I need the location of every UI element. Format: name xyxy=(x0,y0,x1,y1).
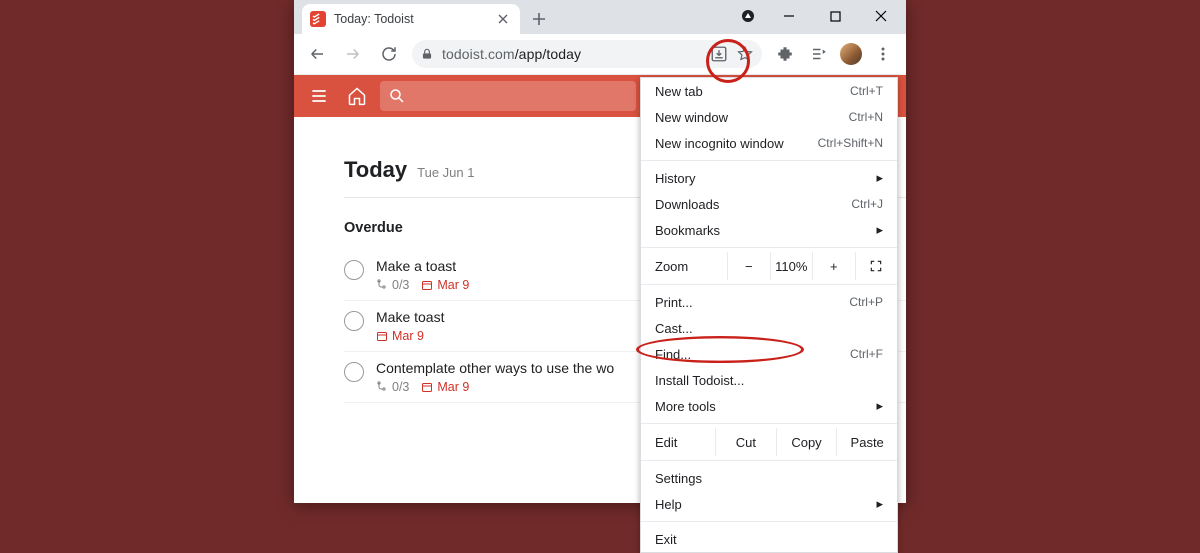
calendar-icon xyxy=(421,381,433,393)
menu-separator xyxy=(641,460,897,461)
app-menu-icon[interactable] xyxy=(304,81,334,111)
url-text: todoist.com/app/today xyxy=(442,46,581,62)
edit-cut-button[interactable]: Cut xyxy=(715,428,776,456)
calendar-icon xyxy=(421,279,433,291)
subtasks-icon xyxy=(376,279,388,291)
menu-exit[interactable]: Exit xyxy=(641,526,897,552)
task-date: Mar 9 xyxy=(421,278,469,292)
subtasks-icon xyxy=(376,381,388,393)
lock-icon xyxy=(420,47,434,61)
task-checkbox[interactable] xyxy=(344,260,364,280)
menu-edit-label: Edit xyxy=(641,435,715,450)
tabstrip: Today: Todoist xyxy=(294,0,906,34)
toolbar-right xyxy=(768,38,900,70)
chevron-right-icon: ▸ xyxy=(876,222,883,238)
home-icon[interactable] xyxy=(342,81,372,111)
back-button[interactable] xyxy=(300,38,334,70)
chevron-right-icon: ▸ xyxy=(876,496,883,512)
heading-date: Tue Jun 1 xyxy=(417,165,474,180)
menu-separator xyxy=(641,160,897,161)
menu-zoom-row: Zoom − 110% + xyxy=(641,252,897,280)
app-search[interactable] xyxy=(380,81,636,111)
menu-separator xyxy=(641,521,897,522)
task-date: Mar 9 xyxy=(376,329,424,343)
window-maximize-button[interactable] xyxy=(812,1,858,31)
edit-copy-button[interactable]: Copy xyxy=(776,428,837,456)
window-close-button[interactable] xyxy=(858,1,904,31)
zoom-in-button[interactable]: + xyxy=(812,252,855,280)
install-app-icon[interactable] xyxy=(710,45,728,63)
task-date: Mar 9 xyxy=(421,380,469,394)
menu-edit-row: Edit Cut Copy Paste xyxy=(641,428,897,456)
menu-new-incognito[interactable]: New incognito window Ctrl+Shift+N xyxy=(641,130,897,156)
menu-cast[interactable]: Cast... xyxy=(641,315,897,341)
task-subtasks: 0/3 xyxy=(376,380,409,394)
menu-new-window[interactable]: New window Ctrl+N xyxy=(641,104,897,130)
menu-separator xyxy=(641,423,897,424)
chrome-menu-button[interactable] xyxy=(866,38,900,70)
menu-print[interactable]: Print... Ctrl+P xyxy=(641,289,897,315)
tab-close-icon[interactable] xyxy=(496,12,510,26)
zoom-out-button[interactable]: − xyxy=(727,252,770,280)
menu-separator xyxy=(641,247,897,248)
chevron-right-icon: ▸ xyxy=(876,170,883,186)
profile-indicator-icon[interactable] xyxy=(738,6,758,26)
heading-title: Today xyxy=(344,157,407,183)
chevron-right-icon: ▸ xyxy=(876,398,883,414)
task-subtasks: 0/3 xyxy=(376,278,409,292)
reload-button[interactable] xyxy=(372,38,406,70)
tab-title: Today: Todoist xyxy=(334,12,488,26)
tab-current[interactable]: Today: Todoist xyxy=(302,4,520,34)
forward-button[interactable] xyxy=(336,38,370,70)
address-bar[interactable]: todoist.com/app/today xyxy=(412,40,762,68)
star-icon[interactable] xyxy=(736,45,754,63)
search-icon xyxy=(388,87,406,105)
calendar-icon xyxy=(376,330,388,342)
menu-separator xyxy=(641,284,897,285)
menu-help[interactable]: Help ▸ xyxy=(641,491,897,517)
menu-history[interactable]: History ▸ xyxy=(641,165,897,191)
menu-more-tools[interactable]: More tools ▸ xyxy=(641,393,897,419)
avatar[interactable] xyxy=(840,43,862,65)
menu-install-app[interactable]: Install Todoist... xyxy=(641,367,897,393)
media-icon[interactable] xyxy=(802,38,836,70)
menu-bookmarks[interactable]: Bookmarks ▸ xyxy=(641,217,897,243)
menu-find[interactable]: Find... Ctrl+F xyxy=(641,341,897,367)
fullscreen-button[interactable] xyxy=(855,252,898,280)
window-minimize-button[interactable] xyxy=(766,1,812,31)
chrome-overflow-menu: New tab Ctrl+T New window Ctrl+N New inc… xyxy=(640,77,898,553)
edit-paste-button[interactable]: Paste xyxy=(836,428,897,456)
extensions-icon[interactable] xyxy=(768,38,802,70)
todoist-favicon-icon xyxy=(310,11,326,27)
menu-settings[interactable]: Settings xyxy=(641,465,897,491)
menu-downloads[interactable]: Downloads Ctrl+J xyxy=(641,191,897,217)
window-controls xyxy=(738,1,904,31)
new-tab-button[interactable] xyxy=(526,6,552,32)
toolbar: todoist.com/app/today xyxy=(294,34,906,75)
task-checkbox[interactable] xyxy=(344,311,364,331)
menu-zoom-label: Zoom xyxy=(641,259,727,274)
task-checkbox[interactable] xyxy=(344,362,364,382)
menu-new-tab[interactable]: New tab Ctrl+T xyxy=(641,78,897,104)
zoom-value: 110% xyxy=(770,252,813,280)
